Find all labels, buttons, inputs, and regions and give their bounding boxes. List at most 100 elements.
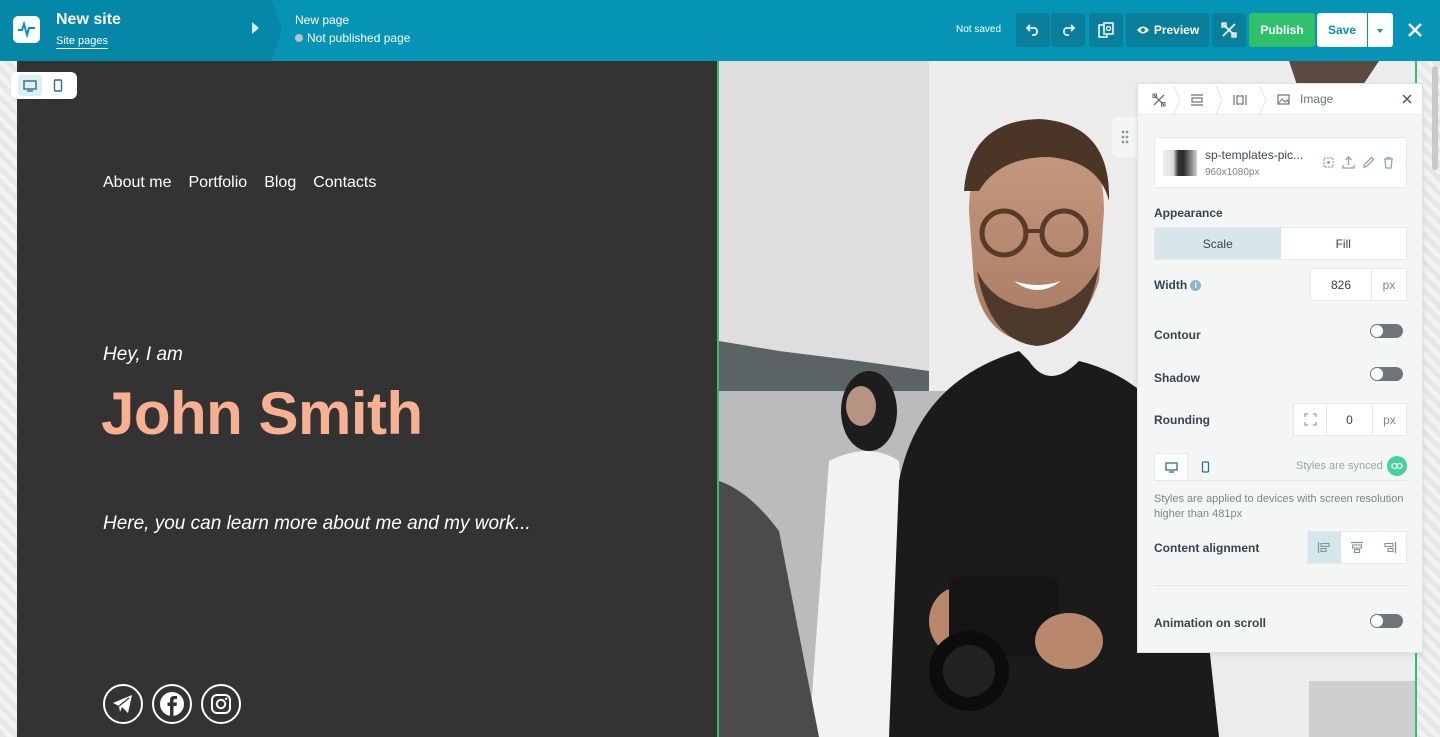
content-alignment-control xyxy=(1307,531,1407,564)
breadcrumb-separator xyxy=(1173,86,1181,114)
mobile-styles-tab[interactable] xyxy=(1188,453,1222,480)
undo-button[interactable] xyxy=(1016,13,1050,47)
save-state: Not saved xyxy=(956,24,1002,35)
desktop-view-button[interactable] xyxy=(18,75,42,96)
breadcrumb-separator xyxy=(1259,86,1267,114)
nav-item-about[interactable]: About me xyxy=(103,174,171,192)
hero-greeting[interactable]: Hey, I am xyxy=(103,344,183,366)
align-left-icon xyxy=(1318,542,1330,553)
shadow-toggle[interactable] xyxy=(1370,367,1403,381)
rounding-value[interactable]: 0 xyxy=(1327,404,1373,435)
facebook-icon xyxy=(160,692,184,716)
site-pages-link[interactable]: Site pages xyxy=(56,35,108,49)
panel-drag-handle[interactable] xyxy=(1112,117,1137,157)
eye-icon xyxy=(1136,26,1149,34)
link-icon xyxy=(1391,462,1403,470)
width-label-text: Width xyxy=(1154,278,1188,292)
breadcrumb-separator xyxy=(1215,86,1223,114)
width-value[interactable]: 826 xyxy=(1311,269,1372,300)
crop-icon[interactable] xyxy=(1321,155,1336,170)
animation-label: Animation on scroll xyxy=(1154,616,1267,630)
info-icon[interactable]: i xyxy=(1190,280,1202,292)
preview-button[interactable]: Preview xyxy=(1126,13,1209,47)
hero-text-column[interactable]: About me Portfolio Blog Contacts Hey, I … xyxy=(17,61,717,737)
device-note: Styles are applied to devices with scree… xyxy=(1154,493,1404,520)
section-icon xyxy=(1191,93,1203,106)
contour-label: Contour xyxy=(1154,328,1201,342)
status-dot-icon xyxy=(295,34,303,42)
desktop-icon xyxy=(1164,461,1178,473)
site-switcher[interactable]: New site Site pages xyxy=(0,0,272,61)
close-editor-button[interactable] xyxy=(1404,17,1426,43)
design-tools-button[interactable] xyxy=(1212,13,1246,47)
save-dropdown-button[interactable] xyxy=(1368,13,1393,47)
breadcrumb-arrow xyxy=(272,0,282,60)
publish-button[interactable]: Publish xyxy=(1249,13,1315,47)
align-center-icon xyxy=(1351,541,1363,554)
rounding-mode-button[interactable] xyxy=(1294,404,1327,435)
upload-icon[interactable] xyxy=(1341,155,1356,170)
appearance-option-fill[interactable]: Fill xyxy=(1281,228,1407,259)
mobile-icon xyxy=(53,79,63,92)
chevron-right-icon[interactable] xyxy=(252,22,259,34)
nav-item-contacts[interactable]: Contacts xyxy=(313,174,376,192)
redo-button[interactable] xyxy=(1051,13,1085,47)
image-thumbnail xyxy=(1163,150,1197,176)
animation-toggle[interactable] xyxy=(1370,614,1403,628)
design-tools-icon xyxy=(1221,22,1237,38)
width-input[interactable]: 826 px xyxy=(1310,268,1407,301)
tab-image[interactable] xyxy=(1271,84,1295,115)
telegram-icon xyxy=(113,695,132,713)
undo-icon xyxy=(1026,24,1038,36)
styles-synced-label: Styles are synced xyxy=(1296,460,1383,472)
site-nav: About me Portfolio Blog Contacts xyxy=(103,174,376,192)
hero-name[interactable]: John Smith xyxy=(101,379,423,448)
device-style-tabs xyxy=(1154,453,1222,480)
shadow-label: Shadow xyxy=(1154,371,1201,385)
contour-toggle[interactable] xyxy=(1370,324,1403,338)
image-file-actions xyxy=(1321,155,1396,170)
edit-icon[interactable] xyxy=(1361,155,1376,170)
canvas-scrollbar[interactable] xyxy=(1432,66,1438,170)
rounding-label: Rounding xyxy=(1154,413,1210,427)
align-center-button[interactable] xyxy=(1341,532,1374,563)
instagram-link[interactable] xyxy=(201,684,241,724)
image-file-size: 960x1080px xyxy=(1205,167,1260,178)
appearance-option-scale[interactable]: Scale xyxy=(1155,228,1281,259)
sync-link-button[interactable] xyxy=(1387,456,1407,476)
column-icon xyxy=(1233,94,1247,105)
nav-item-portfolio[interactable]: Portfolio xyxy=(188,174,247,192)
save-button[interactable]: Save xyxy=(1317,13,1367,47)
corners-icon xyxy=(1303,413,1317,426)
tab-design[interactable] xyxy=(1144,84,1174,115)
tab-column[interactable] xyxy=(1225,84,1255,115)
page-settings-button[interactable] xyxy=(1089,13,1123,47)
design-tools-icon xyxy=(1152,93,1166,106)
page-status-text: Not published page xyxy=(307,31,411,45)
page-status: Not published page xyxy=(295,31,410,45)
align-left-button[interactable] xyxy=(1308,532,1341,563)
drag-dots-icon xyxy=(1121,130,1128,144)
trash-icon[interactable] xyxy=(1381,155,1396,170)
telegram-link[interactable] xyxy=(103,684,143,724)
page-title[interactable]: New page xyxy=(295,13,349,27)
divider xyxy=(1154,480,1407,481)
close-icon xyxy=(1408,23,1422,37)
social-links xyxy=(103,684,241,724)
nav-item-blog[interactable]: Blog xyxy=(264,174,296,192)
facebook-link[interactable] xyxy=(152,684,192,724)
desktop-icon xyxy=(23,79,37,92)
width-unit: px xyxy=(1382,277,1396,292)
rounding-input[interactable]: 0 px xyxy=(1293,403,1407,436)
tab-section[interactable] xyxy=(1182,84,1212,115)
hero-tagline[interactable]: Here, you can learn more about me and my… xyxy=(103,513,531,535)
desktop-styles-tab[interactable] xyxy=(1154,453,1188,480)
close-panel-button[interactable] xyxy=(1400,92,1414,106)
appearance-label: Appearance xyxy=(1154,206,1223,220)
appearance-segmented-control: Scale Fill xyxy=(1154,227,1407,260)
mobile-view-button[interactable] xyxy=(46,75,70,96)
redo-icon xyxy=(1063,24,1075,36)
device-toggle xyxy=(11,72,77,99)
rounding-unit: px xyxy=(1383,412,1396,427)
align-right-button[interactable] xyxy=(1373,532,1406,563)
